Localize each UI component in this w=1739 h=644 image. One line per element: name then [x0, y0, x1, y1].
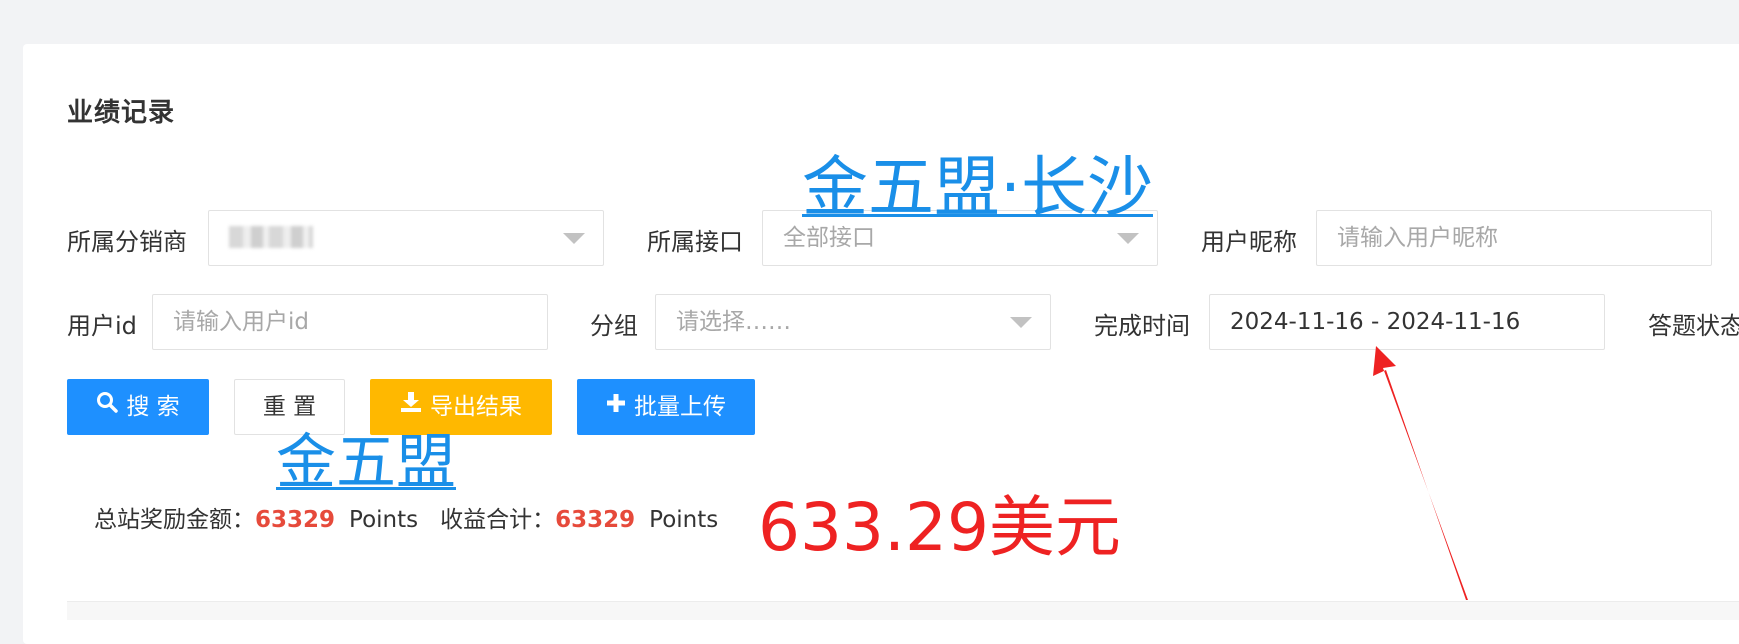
plus-icon	[606, 378, 626, 434]
finish-time-range-input[interactable]: 2024-11-16 - 2024-11-16	[1209, 294, 1605, 350]
watermark-top: 金五盟·长沙	[802, 149, 1153, 226]
chevron-down-icon	[1010, 317, 1032, 328]
page-title: 业绩记录	[67, 98, 176, 128]
nickname-label: 用户昵称	[1201, 228, 1297, 256]
income-label: 收益合计：	[440, 507, 556, 533]
batch-upload-button[interactable]: 批量上传	[577, 379, 755, 435]
search-icon	[96, 378, 119, 434]
user-id-input[interactable]: 请输入用户id	[152, 294, 548, 350]
nickname-placeholder: 请输入用户昵称	[1337, 225, 1498, 251]
table-header-edge	[67, 601, 1739, 620]
distributor-label: 所属分销商	[67, 228, 187, 256]
batch-upload-button-label: 批量上传	[634, 394, 726, 420]
chevron-down-icon	[563, 233, 585, 244]
finish-time-value: 2024-11-16 - 2024-11-16	[1230, 309, 1521, 335]
search-button[interactable]: 搜 索	[67, 379, 209, 435]
finish-time-label: 完成时间	[1094, 312, 1190, 340]
reward-label: 总站奖励金额：	[94, 507, 255, 533]
amount-annotation: 633.29美元	[758, 489, 1121, 566]
interface-label: 所属接口	[647, 228, 743, 256]
search-button-label: 搜 索	[126, 394, 180, 420]
distributor-select[interactable]	[208, 210, 604, 266]
redacted-value	[229, 225, 313, 248]
reward-value: 63329	[255, 507, 336, 533]
group-label: 分组	[590, 312, 638, 340]
group-select[interactable]: 请选择……	[655, 294, 1051, 350]
group-placeholder: 请选择……	[676, 309, 791, 335]
reward-unit: Points	[349, 507, 419, 533]
income-value: 63329	[555, 507, 636, 533]
user-id-label: 用户id	[67, 312, 137, 340]
user-id-placeholder: 请输入用户id	[173, 309, 309, 335]
summary-row: 总站奖励金额：63329 Points 收益合计：63329 Points	[94, 500, 740, 534]
chevron-down-icon	[1117, 233, 1139, 244]
income-unit: Points	[649, 507, 719, 533]
nickname-input[interactable]: 请输入用户昵称	[1316, 210, 1712, 266]
watermark-bottom: 金五盟	[276, 428, 456, 498]
answer-status-label: 答题状态	[1648, 312, 1739, 340]
